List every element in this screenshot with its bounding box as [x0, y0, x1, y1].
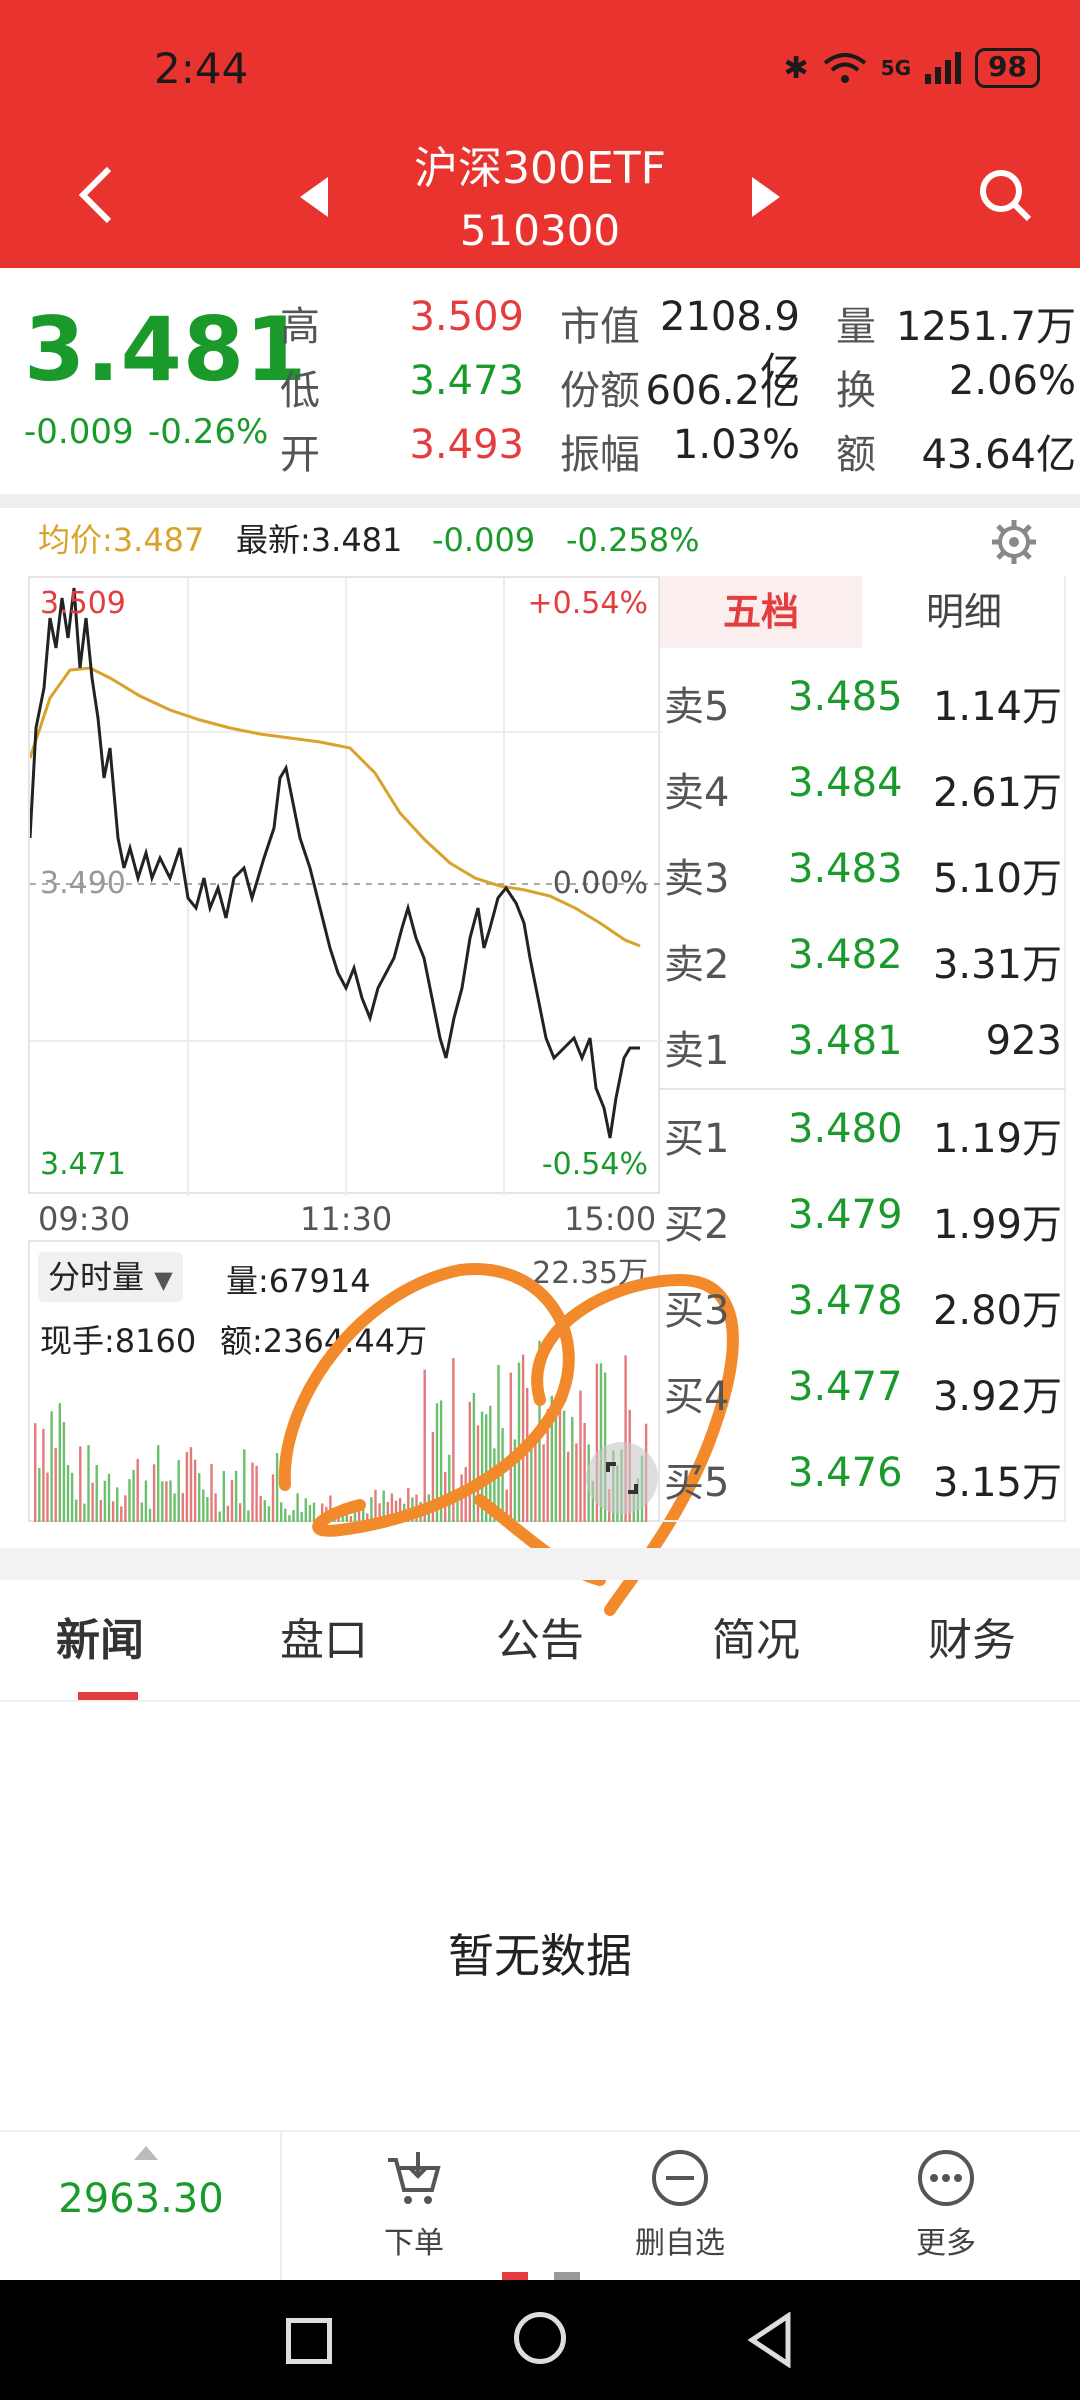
- bid-row[interactable]: 买4 3.477 3.92万: [660, 1346, 1066, 1432]
- level-volume: 923: [985, 1018, 1062, 1064]
- ask-row[interactable]: 卖3 3.483 5.10万: [660, 828, 1066, 914]
- info-tabs: 新闻 盘口 公告 简况 财务: [0, 1582, 1080, 1702]
- level-volume: 5.10万: [932, 856, 1062, 902]
- more-label: 更多: [916, 2226, 976, 2261]
- level-label: 买4: [664, 1374, 730, 1420]
- order-label: 下单: [384, 2226, 444, 2261]
- system-navbar: [0, 2280, 1080, 2400]
- tab-indicator: [78, 1692, 138, 1700]
- bid-row[interactable]: 买5 3.476 3.15万: [660, 1432, 1066, 1518]
- tab-detail[interactable]: 明细: [862, 576, 1066, 648]
- level-price: 3.476: [788, 1450, 903, 1496]
- level-price: 3.484: [788, 760, 903, 806]
- bottom-toolbar: 2963.30 下单 删自选 更多: [0, 2130, 1080, 2282]
- level-volume: 1.19万: [932, 1116, 1062, 1162]
- ask-row[interactable]: 卖2 3.482 3.31万: [660, 914, 1066, 1000]
- level-volume: 3.15万: [932, 1460, 1062, 1506]
- minus-circle-icon: [652, 2150, 708, 2206]
- cart-icon: [388, 2152, 441, 2204]
- tab-announcements[interactable]: 公告: [496, 1604, 584, 1668]
- tab-finance[interactable]: 财务: [928, 1604, 1016, 1668]
- level-label: 买5: [664, 1460, 730, 1506]
- ask-row[interactable]: 卖1 3.481 923: [660, 1000, 1066, 1086]
- level-volume: 2.61万: [932, 770, 1062, 816]
- level-price: 3.477: [788, 1364, 903, 1410]
- more-icon: [918, 2150, 974, 2206]
- level-label: 卖4: [664, 770, 730, 816]
- home-button[interactable]: [514, 2312, 566, 2364]
- remove-watchlist-button[interactable]: 删自选: [600, 2146, 760, 2262]
- ask-row[interactable]: 卖4 3.484 2.61万: [660, 742, 1066, 828]
- empty-message: 暂无数据: [448, 1929, 632, 1983]
- level-label: 卖2: [664, 942, 730, 988]
- order-book: 五档 明细 卖5 3.485 1.14万卖4 3.484 2.61万卖3 3.483 5.1…: [660, 576, 1066, 1522]
- level-price: 3.483: [788, 846, 903, 892]
- level-label: 卖3: [664, 856, 730, 902]
- level-price: 3.481: [788, 1018, 903, 1064]
- tab-orderbook[interactable]: 盘口: [280, 1604, 368, 1668]
- bid-row[interactable]: 买2 3.479 1.99万: [660, 1174, 1066, 1260]
- remove-label: 删自选: [635, 2226, 725, 2261]
- tab-five-levels[interactable]: 五档: [660, 576, 862, 648]
- level-volume: 3.31万: [932, 942, 1062, 988]
- triangle-up-icon: [134, 2146, 158, 2160]
- level-volume: 1.14万: [932, 684, 1062, 730]
- level-price: 3.482: [788, 932, 903, 978]
- level-volume: 3.92万: [932, 1374, 1062, 1420]
- level-volume: 2.80万: [932, 1288, 1062, 1334]
- level-label: 卖5: [664, 684, 730, 730]
- level-label: 卖1: [664, 1028, 730, 1074]
- divider: [0, 1548, 1080, 1580]
- level-price: 3.485: [788, 674, 903, 720]
- index-widget[interactable]: 2963.30: [0, 2132, 282, 2282]
- level-label: 买3: [664, 1288, 730, 1334]
- index-value: 2963.30: [58, 2176, 224, 2222]
- tab-news[interactable]: 新闻: [56, 1604, 144, 1668]
- tab-overview[interactable]: 简况: [712, 1604, 800, 1668]
- level-price: 3.480: [788, 1106, 903, 1152]
- level-label: 买2: [664, 1202, 730, 1248]
- level-price: 3.479: [788, 1192, 903, 1238]
- bid-row[interactable]: 买3 3.478 2.80万: [660, 1260, 1066, 1346]
- bid-row[interactable]: 买1 3.480 1.19万: [660, 1088, 1066, 1174]
- ask-row[interactable]: 卖5 3.485 1.14万: [660, 656, 1066, 742]
- back-nav-button[interactable]: [746, 2312, 794, 2368]
- level-price: 3.478: [788, 1278, 903, 1324]
- level-volume: 1.99万: [932, 1202, 1062, 1248]
- recents-button[interactable]: [286, 2318, 332, 2364]
- level-label: 买1: [664, 1116, 730, 1162]
- order-button[interactable]: 下单: [334, 2146, 494, 2262]
- more-button[interactable]: 更多: [866, 2146, 1026, 2262]
